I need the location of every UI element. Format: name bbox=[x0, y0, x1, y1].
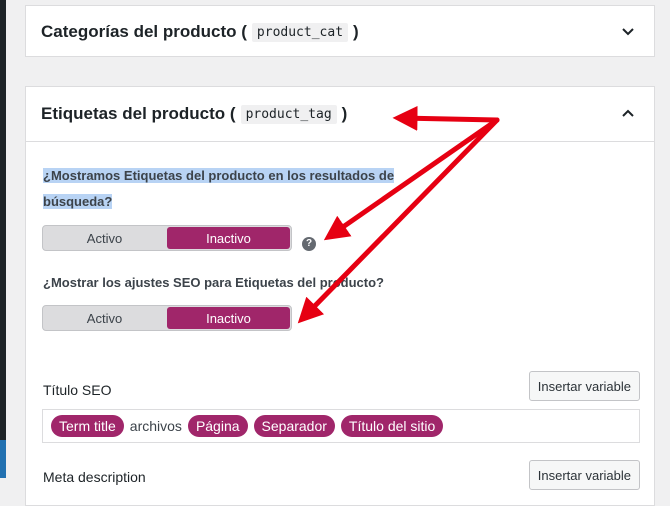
admin-sidebar-active-edge bbox=[0, 440, 6, 478]
search-visibility-toggle[interactable]: Activo Inactivo bbox=[42, 225, 292, 251]
admin-sidebar-edge bbox=[0, 0, 6, 478]
chevron-up-icon[interactable] bbox=[620, 105, 636, 121]
question-line-2: búsqueda? bbox=[43, 194, 113, 209]
seo-settings-question: ¿Mostrar los ajustes SEO para Etiquetas … bbox=[43, 275, 384, 290]
seo-settings-toggle[interactable]: Activo Inactivo bbox=[42, 305, 292, 331]
seo-title-field[interactable]: Term title archivos Página Separador Tít… bbox=[42, 409, 640, 443]
variable-tag[interactable]: Separador bbox=[253, 415, 335, 437]
toggle-option-active[interactable]: Activo bbox=[43, 306, 166, 330]
question-mark-icon[interactable]: ? bbox=[302, 237, 316, 251]
toggle-option-active[interactable]: Activo bbox=[43, 226, 166, 250]
panel-header-tags[interactable]: Etiquetas del producto ( product_tag ) bbox=[26, 87, 654, 142]
variable-tag[interactable]: Página bbox=[187, 415, 248, 437]
plain-text: archivos bbox=[129, 418, 182, 434]
toggle-option-inactive[interactable]: Inactivo bbox=[167, 227, 290, 249]
panel-title-close: ) bbox=[353, 22, 359, 41]
meta-description-label: Meta description bbox=[43, 469, 146, 485]
panel-product-categories: Categorías del producto ( product_cat ) bbox=[25, 5, 655, 57]
panel-title: Categorías del producto ( bbox=[41, 22, 247, 41]
variable-tag[interactable]: Term title bbox=[51, 415, 124, 437]
question-line-1: ¿Mostramos Etiquetas del producto en los… bbox=[43, 168, 395, 183]
seo-title-label: Título SEO bbox=[43, 382, 112, 398]
panel-title-close: ) bbox=[341, 104, 348, 123]
taxonomy-slug: product_tag bbox=[240, 104, 337, 124]
insert-variable-button[interactable]: Insertar variable bbox=[528, 460, 640, 490]
panel-header-categories[interactable]: Categorías del producto ( product_cat ) bbox=[26, 6, 654, 58]
taxonomy-slug: product_cat bbox=[251, 22, 349, 42]
variable-tag[interactable]: Título del sitio bbox=[340, 415, 444, 437]
toggle-option-inactive[interactable]: Inactivo bbox=[167, 307, 290, 329]
panel-product-tags: Etiquetas del producto ( product_tag ) ¿… bbox=[25, 86, 655, 506]
search-visibility-question: ¿Mostramos Etiquetas del producto en los… bbox=[43, 163, 395, 215]
insert-variable-button[interactable]: Insertar variable bbox=[528, 371, 640, 401]
chevron-down-icon[interactable] bbox=[620, 24, 636, 40]
panel-title: Etiquetas del producto ( bbox=[41, 104, 236, 123]
